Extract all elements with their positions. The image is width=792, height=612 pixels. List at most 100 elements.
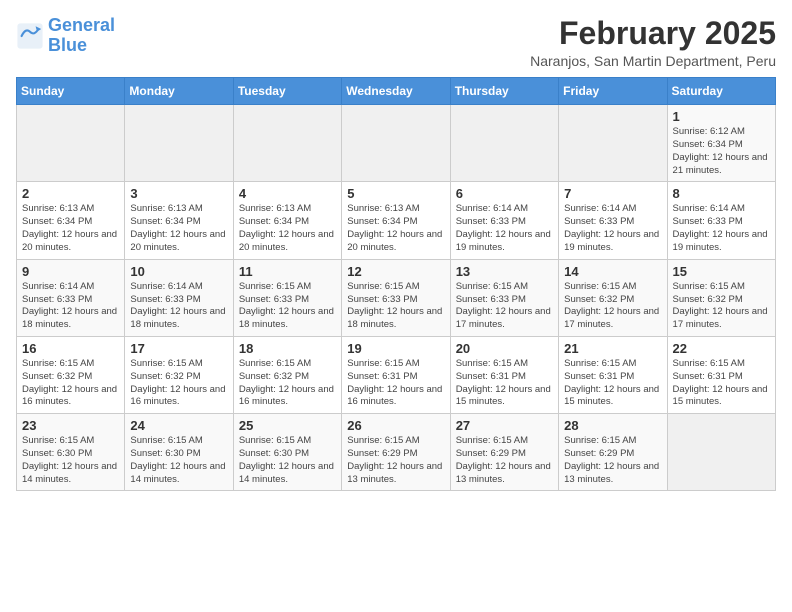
day-number: 5 (347, 186, 444, 201)
weekday-header: Tuesday (233, 78, 341, 105)
weekday-header: Monday (125, 78, 233, 105)
logo-line2: Blue (48, 35, 87, 55)
calendar-cell (17, 105, 125, 182)
day-number: 21 (564, 341, 661, 356)
calendar-table: SundayMondayTuesdayWednesdayThursdayFrid… (16, 77, 776, 491)
weekday-header: Friday (559, 78, 667, 105)
weekday-header: Wednesday (342, 78, 450, 105)
day-number: 8 (673, 186, 770, 201)
calendar-cell: 28 Sunrise: 6:15 AM Sunset: 6:29 PM Dayli… (559, 414, 667, 491)
calendar-cell: 14Sunrise: 6:15 AM Sunset: 6:32 PM Dayli… (559, 259, 667, 336)
day-info: Sunrise: 6:13 AM Sunset: 6:34 PM Dayligh… (347, 203, 444, 254)
day-number: 28 (564, 418, 661, 433)
day-number: 23 (22, 418, 119, 433)
day-info: Sunrise: 6:15 AM Sunset: 6:30 PM Dayligh… (239, 435, 336, 486)
calendar-cell (125, 105, 233, 182)
calendar-week-row: 9 Sunrise: 6:14 AM Sunset: 6:33 PM Daylig… (17, 259, 776, 336)
day-info: Sunrise: 6:15 AM Sunset: 6:32 PM Dayligh… (22, 358, 119, 409)
calendar-week-row: 23 Sunrise: 6:15 AM Sunset: 6:30 PM Dayli… (17, 414, 776, 491)
calendar-cell: 10 Sunrise: 6:14 AM Sunset: 6:33 PM Dayli… (125, 259, 233, 336)
day-info: Sunrise: 6:15 AM Sunset: 6:33 PM Dayligh… (347, 281, 444, 332)
day-number: 9 (22, 264, 119, 279)
day-info: Sunrise: 6:15 AM Sunset: 6:31 PM Dayligh… (456, 358, 553, 409)
day-number: 13 (456, 264, 553, 279)
calendar-cell: 1 Sunrise: 6:12 AM Sunset: 6:34 PM Daylig… (667, 105, 775, 182)
day-info: Sunrise: 6:15 AM Sunset: 6:29 PM Dayligh… (456, 435, 553, 486)
calendar-week-row: 2 Sunrise: 6:13 AM Sunset: 6:34 PM Daylig… (17, 182, 776, 259)
calendar-cell: 23 Sunrise: 6:15 AM Sunset: 6:30 PM Dayli… (17, 414, 125, 491)
weekday-header-row: SundayMondayTuesdayWednesdayThursdayFrid… (17, 78, 776, 105)
calendar-cell: 18Sunrise: 6:15 AM Sunset: 6:32 PM Dayli… (233, 336, 341, 413)
title-block: February 2025 Naranjos, San Martin Depar… (530, 16, 776, 69)
day-number: 15 (673, 264, 770, 279)
calendar-cell: 25 Sunrise: 6:15 AM Sunset: 6:30 PM Dayli… (233, 414, 341, 491)
day-number: 20 (456, 341, 553, 356)
calendar-cell: 15 Sunrise: 6:15 AM Sunset: 6:32 PM Dayli… (667, 259, 775, 336)
day-info: Sunrise: 6:14 AM Sunset: 6:33 PM Dayligh… (130, 281, 227, 332)
day-info: Sunrise: 6:15 AM Sunset: 6:32 PM Dayligh… (673, 281, 770, 332)
calendar-cell (667, 414, 775, 491)
day-number: 12 (347, 264, 444, 279)
day-info: Sunrise: 6:14 AM Sunset: 6:33 PM Dayligh… (456, 203, 553, 254)
day-info: Sunrise: 6:14 AM Sunset: 6:33 PM Dayligh… (564, 203, 661, 254)
calendar-week-row: 1 Sunrise: 6:12 AM Sunset: 6:34 PM Daylig… (17, 105, 776, 182)
calendar-cell: 2 Sunrise: 6:13 AM Sunset: 6:34 PM Daylig… (17, 182, 125, 259)
calendar-cell: 19 Sunrise: 6:15 AM Sunset: 6:31 PM Dayli… (342, 336, 450, 413)
calendar-cell: 11 Sunrise: 6:15 AM Sunset: 6:33 PM Dayli… (233, 259, 341, 336)
day-info: Sunrise: 6:15 AM Sunset: 6:33 PM Dayligh… (239, 281, 336, 332)
page-header: General Blue February 2025 Naranjos, San… (16, 16, 776, 69)
day-number: 11 (239, 264, 336, 279)
month-title: February 2025 (530, 16, 776, 51)
calendar-cell (559, 105, 667, 182)
day-number: 14 (564, 264, 661, 279)
logo-text: General Blue (48, 16, 115, 56)
weekday-header: Thursday (450, 78, 558, 105)
location: Naranjos, San Martin Department, Peru (530, 53, 776, 69)
day-info: Sunrise: 6:13 AM Sunset: 6:34 PM Dayligh… (239, 203, 336, 254)
day-info: Sunrise: 6:14 AM Sunset: 6:33 PM Dayligh… (673, 203, 770, 254)
calendar-cell: 7Sunrise: 6:14 AM Sunset: 6:33 PM Daylig… (559, 182, 667, 259)
day-info: Sunrise: 6:12 AM Sunset: 6:34 PM Dayligh… (673, 126, 770, 177)
day-number: 2 (22, 186, 119, 201)
day-number: 4 (239, 186, 336, 201)
calendar-cell: 16 Sunrise: 6:15 AM Sunset: 6:32 PM Dayli… (17, 336, 125, 413)
day-info: Sunrise: 6:13 AM Sunset: 6:34 PM Dayligh… (22, 203, 119, 254)
calendar-cell: 6 Sunrise: 6:14 AM Sunset: 6:33 PM Daylig… (450, 182, 558, 259)
day-info: Sunrise: 6:13 AM Sunset: 6:34 PM Dayligh… (130, 203, 227, 254)
day-number: 27 (456, 418, 553, 433)
day-info: Sunrise: 6:15 AM Sunset: 6:31 PM Dayligh… (347, 358, 444, 409)
logo-icon (16, 22, 44, 50)
calendar-cell: 27 Sunrise: 6:15 AM Sunset: 6:29 PM Dayli… (450, 414, 558, 491)
day-number: 24 (130, 418, 227, 433)
day-info: Sunrise: 6:15 AM Sunset: 6:32 PM Dayligh… (130, 358, 227, 409)
day-info: Sunrise: 6:15 AM Sunset: 6:33 PM Dayligh… (456, 281, 553, 332)
day-number: 16 (22, 341, 119, 356)
day-info: Sunrise: 6:15 AM Sunset: 6:30 PM Dayligh… (130, 435, 227, 486)
day-info: Sunrise: 6:14 AM Sunset: 6:33 PM Dayligh… (22, 281, 119, 332)
day-number: 17 (130, 341, 227, 356)
calendar-cell: 12 Sunrise: 6:15 AM Sunset: 6:33 PM Dayli… (342, 259, 450, 336)
day-info: Sunrise: 6:15 AM Sunset: 6:32 PM Dayligh… (239, 358, 336, 409)
day-number: 19 (347, 341, 444, 356)
calendar-cell: 3 Sunrise: 6:13 AM Sunset: 6:34 PM Daylig… (125, 182, 233, 259)
day-number: 6 (456, 186, 553, 201)
calendar-cell: 26Sunrise: 6:15 AM Sunset: 6:29 PM Dayli… (342, 414, 450, 491)
day-number: 3 (130, 186, 227, 201)
day-number: 1 (673, 109, 770, 124)
day-info: Sunrise: 6:15 AM Sunset: 6:29 PM Dayligh… (564, 435, 661, 486)
calendar-cell: 4 Sunrise: 6:13 AM Sunset: 6:34 PM Daylig… (233, 182, 341, 259)
calendar-cell (342, 105, 450, 182)
day-number: 10 (130, 264, 227, 279)
day-info: Sunrise: 6:15 AM Sunset: 6:30 PM Dayligh… (22, 435, 119, 486)
calendar-cell: 13 Sunrise: 6:15 AM Sunset: 6:33 PM Dayli… (450, 259, 558, 336)
calendar-cell: 5 Sunrise: 6:13 AM Sunset: 6:34 PM Daylig… (342, 182, 450, 259)
calendar-cell: 21 Sunrise: 6:15 AM Sunset: 6:31 PM Dayli… (559, 336, 667, 413)
weekday-header: Sunday (17, 78, 125, 105)
calendar-cell: 8 Sunrise: 6:14 AM Sunset: 6:33 PM Daylig… (667, 182, 775, 259)
day-info: Sunrise: 6:15 AM Sunset: 6:31 PM Dayligh… (673, 358, 770, 409)
calendar-cell: 17 Sunrise: 6:15 AM Sunset: 6:32 PM Dayli… (125, 336, 233, 413)
day-info: Sunrise: 6:15 AM Sunset: 6:31 PM Dayligh… (564, 358, 661, 409)
day-number: 25 (239, 418, 336, 433)
logo-line1: General (48, 15, 115, 35)
weekday-header: Saturday (667, 78, 775, 105)
